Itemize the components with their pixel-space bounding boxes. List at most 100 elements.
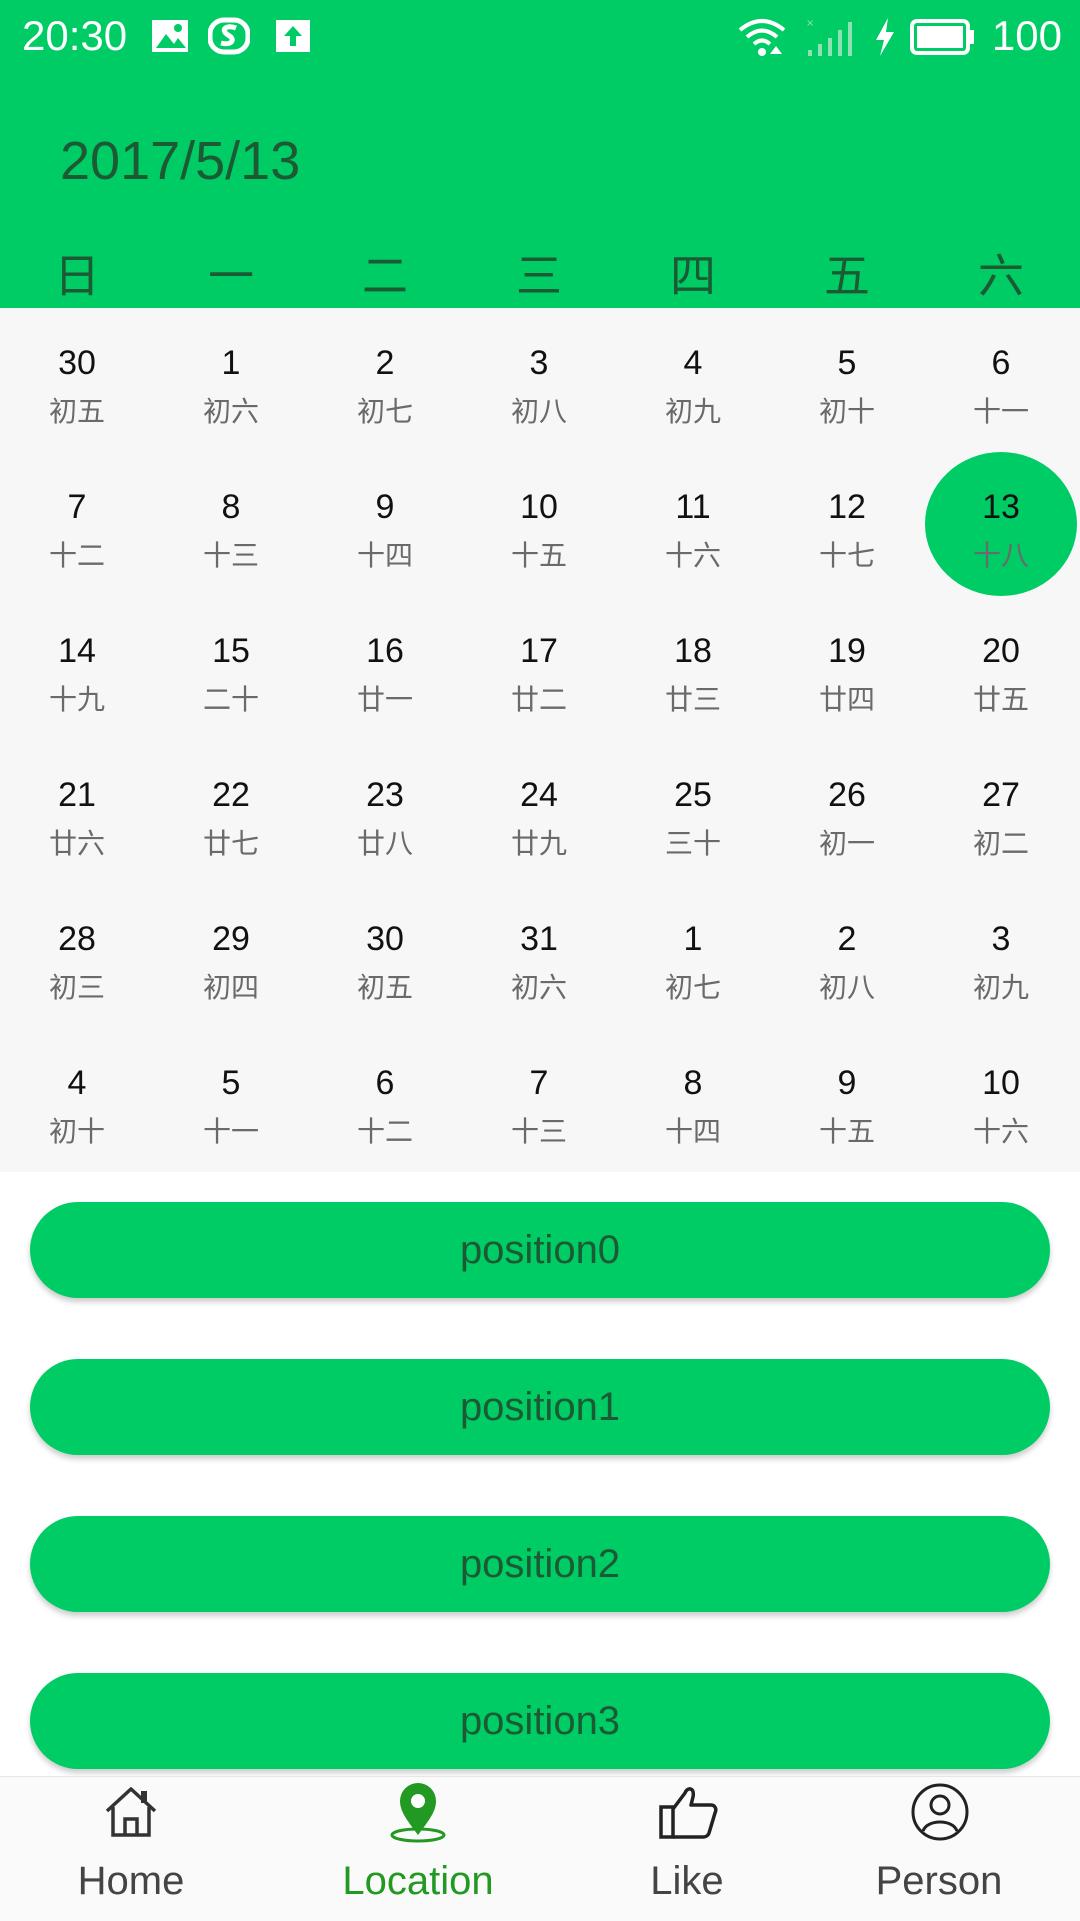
calendar-day[interactable]: 22 廿七 xyxy=(154,740,308,884)
calendar-day[interactable]: 20 廿五 xyxy=(924,596,1078,740)
lunar-date: 初六 xyxy=(202,395,259,428)
lunar-date: 廿九 xyxy=(510,827,567,860)
calendar-week-row: 21 廿六 22 廿七 23 廿八 24 廿九 25 三十 26 初一 27 初二 xyxy=(0,740,1080,884)
calendar-day[interactable]: 8 十三 xyxy=(154,452,308,596)
sogou-icon xyxy=(207,16,251,61)
calendar-day[interactable]: 28 初三 xyxy=(0,884,154,1028)
lunar-date: 廿二 xyxy=(510,683,567,716)
calendar-day[interactable]: 3 初九 xyxy=(924,884,1078,1028)
day-number: 3 xyxy=(991,920,1011,958)
calendar-day[interactable]: 9 十五 xyxy=(770,1028,924,1172)
calendar-week-row: 7 十二 8 十三 9 十四 10 十五 11 十六 12 十七 13 十八 xyxy=(0,452,1080,596)
calendar-day[interactable]: 17 廿二 xyxy=(462,596,616,740)
lunar-date: 廿三 xyxy=(664,683,721,716)
day-number: 9 xyxy=(837,1064,857,1102)
calendar-day[interactable]: 19 廿四 xyxy=(770,596,924,740)
day-number: 11 xyxy=(675,488,711,526)
lunar-date: 廿六 xyxy=(48,827,105,860)
lunar-date: 初二 xyxy=(972,827,1029,860)
nav-home[interactable]: Home xyxy=(31,1777,231,1921)
calendar-day[interactable]: 2 初八 xyxy=(770,884,924,1028)
calendar-day[interactable]: 7 十二 xyxy=(0,452,154,596)
calendar-day[interactable]: 6 十一 xyxy=(924,308,1078,452)
day-number: 19 xyxy=(828,632,866,670)
calendar-day[interactable]: 16 廿一 xyxy=(308,596,462,740)
day-number: 18 xyxy=(674,632,712,670)
home-icon xyxy=(105,1787,157,1837)
weekday-row: 日 一 二 三 四 五 六 xyxy=(0,240,1080,308)
position1-button[interactable]: position1 xyxy=(30,1359,1050,1455)
calendar-day[interactable]: 1 初六 xyxy=(154,308,308,452)
current-date: 2017/5/13 xyxy=(60,131,301,191)
position2-button[interactable]: position2 xyxy=(30,1516,1050,1612)
lunar-date: 十一 xyxy=(972,395,1029,428)
day-number: 8 xyxy=(683,1064,703,1102)
calendar-day[interactable]: 26 初一 xyxy=(770,740,924,884)
calendar-day-selected[interactable]: 13 十八 xyxy=(924,452,1078,596)
image-icon xyxy=(150,16,190,61)
calendar-day[interactable]: 23 廿八 xyxy=(308,740,462,884)
lunar-date: 初一 xyxy=(818,827,875,860)
calendar-day[interactable]: 12 十七 xyxy=(770,452,924,596)
day-number: 28 xyxy=(58,920,96,958)
calendar-day[interactable]: 31 初六 xyxy=(462,884,616,1028)
day-number: 24 xyxy=(520,776,558,814)
calendar-day[interactable]: 18 廿三 xyxy=(616,596,770,740)
calendar-week-row: 30 初五 1 初六 2 初七 3 初八 4 初九 5 初十 6 十一 xyxy=(0,308,1080,452)
nav-location[interactable]: Location xyxy=(318,1777,518,1921)
calendar-day[interactable]: 21 廿六 xyxy=(0,740,154,884)
calendar-day[interactable]: 11 十六 xyxy=(616,452,770,596)
calendar-day[interactable]: 6 十二 xyxy=(308,1028,462,1172)
calendar-day[interactable]: 10 十五 xyxy=(462,452,616,596)
lunar-date: 十二 xyxy=(356,1115,413,1148)
calendar-day[interactable]: 14 十九 xyxy=(0,596,154,740)
day-number: 8 xyxy=(221,488,241,526)
location-pin-icon xyxy=(390,1783,446,1843)
calendar-day[interactable]: 5 初十 xyxy=(770,308,924,452)
calendar-day[interactable]: 15 二十 xyxy=(154,596,308,740)
calendar-day[interactable]: 2 初七 xyxy=(308,308,462,452)
position0-button[interactable]: position0 xyxy=(30,1202,1050,1298)
lunar-date: 初三 xyxy=(48,971,105,1004)
battery-level: 100 xyxy=(991,12,1062,59)
calendar-header: 2017/5/13 日 一 二 三 四 五 六 xyxy=(0,76,1080,308)
calendar-day[interactable]: 8 十四 xyxy=(616,1028,770,1172)
day-number: 2 xyxy=(837,920,857,958)
calendar-day[interactable]: 27 初二 xyxy=(924,740,1078,884)
lunar-date: 十四 xyxy=(664,1115,721,1148)
position3-button[interactable]: position3 xyxy=(30,1673,1050,1769)
lunar-date: 十二 xyxy=(48,539,105,572)
lunar-date: 初五 xyxy=(356,971,413,1004)
nav-person[interactable]: Person xyxy=(839,1777,1039,1921)
calendar-day[interactable]: 1 初七 xyxy=(616,884,770,1028)
nav-like[interactable]: Like xyxy=(587,1777,787,1921)
calendar-day[interactable]: 24 廿九 xyxy=(462,740,616,884)
lunar-date: 廿七 xyxy=(202,827,259,860)
day-number: 3 xyxy=(529,344,549,382)
calendar-day[interactable]: 3 初八 xyxy=(462,308,616,452)
calendar-day[interactable]: 4 初九 xyxy=(616,308,770,452)
calendar-day[interactable]: 10 十六 xyxy=(924,1028,1078,1172)
day-number: 21 xyxy=(58,776,96,814)
day-number: 6 xyxy=(991,344,1011,382)
weekday-label: 一 xyxy=(208,249,254,303)
calendar-day[interactable]: 30 初五 xyxy=(0,308,154,452)
day-number: 9 xyxy=(375,488,395,526)
calendar-day[interactable]: 4 初十 xyxy=(0,1028,154,1172)
calendar-day[interactable]: 29 初四 xyxy=(154,884,308,1028)
calendar-grid: 30 初五 1 初六 2 初七 3 初八 4 初九 5 初十 6 十一 7 十二 8 十三 9 十四 10 十五 11 十六 1… xyxy=(0,308,1080,1172)
person-icon xyxy=(911,1783,969,1841)
lunar-date: 二十 xyxy=(202,683,259,716)
upload-icon xyxy=(274,16,312,61)
calendar-day[interactable]: 25 三十 xyxy=(616,740,770,884)
calendar-day[interactable]: 9 十四 xyxy=(308,452,462,596)
nav-location-label: Location xyxy=(342,1859,494,1903)
lunar-date: 十七 xyxy=(818,539,875,572)
calendar-day[interactable]: 7 十三 xyxy=(462,1028,616,1172)
calendar-day[interactable]: 30 初五 xyxy=(308,884,462,1028)
lunar-date: 廿一 xyxy=(356,683,413,716)
day-number: 10 xyxy=(520,488,558,526)
weekday-label: 四 xyxy=(670,249,716,303)
calendar-day[interactable]: 5 十一 xyxy=(154,1028,308,1172)
lunar-date: 三十 xyxy=(664,827,721,860)
